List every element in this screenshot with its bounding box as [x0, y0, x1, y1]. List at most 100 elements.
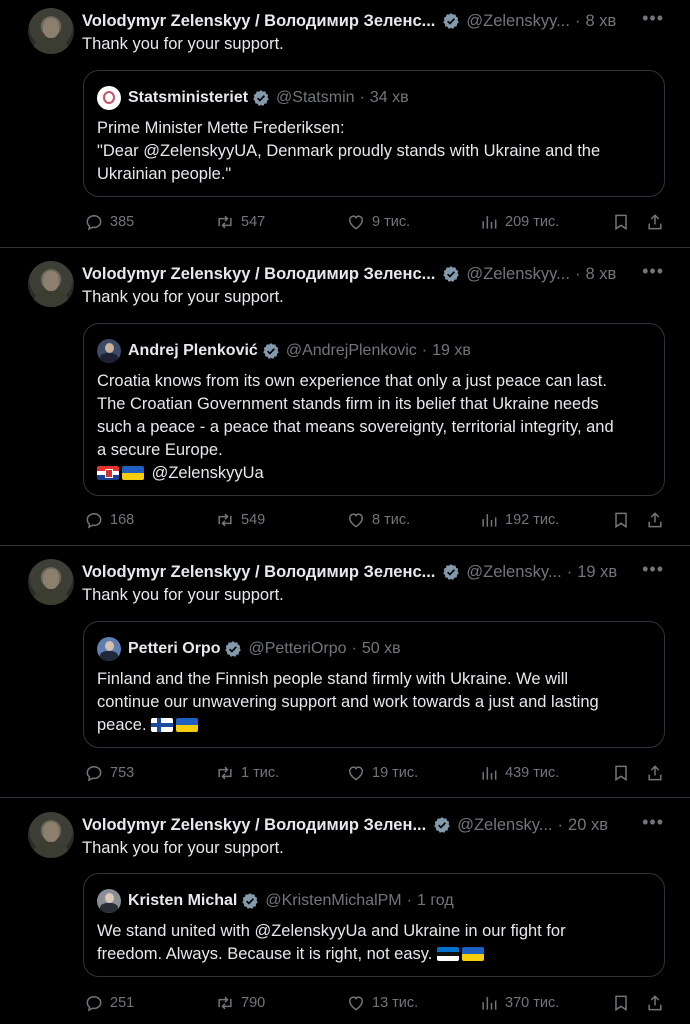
quote-text-line: Prime Minister Mette Frederiksen: [97, 119, 345, 137]
quote-header: Kristen Michal @KristenMichalPM · 1 год [97, 889, 454, 913]
more-icon[interactable]: ••• [642, 261, 664, 282]
verified-badge-icon [242, 893, 259, 909]
timestamp[interactable]: 19 хв [577, 563, 617, 582]
quoted-tweet[interactable]: Statsministeriet @Statsmin · 34 хв Prime… [83, 70, 665, 197]
quote-text-line: continue our unwavering support and work… [97, 693, 599, 711]
reply-count: 251 [110, 995, 135, 1011]
reply-icon [86, 214, 102, 231]
author-name[interactable]: Volodymyr Zelenskyy / Володимир Зелен... [82, 816, 426, 835]
quote-text-line: peace. [97, 714, 657, 737]
tweet-header: Volodymyr Zelenskyy / Володимир Зеленс..… [82, 263, 616, 285]
views-button[interactable]: 439 тис. [479, 761, 559, 785]
avatar [97, 339, 121, 363]
quote-text-line: freedom. Always. Because it is right, no… [97, 943, 657, 966]
more-icon[interactable]: ••• [642, 812, 664, 833]
more-icon[interactable]: ••• [642, 559, 664, 580]
views-count: 192 тис. [505, 512, 560, 528]
quoted-tweet[interactable]: Kristen Michal @KristenMichalPM · 1 год … [83, 873, 665, 977]
bookmark-button[interactable] [611, 761, 637, 785]
reply-count: 753 [110, 765, 135, 781]
timestamp[interactable]: 8 хв [585, 265, 616, 284]
reply-icon [86, 995, 102, 1012]
quote-author-name: Statsministeriet [128, 89, 249, 106]
author-handle[interactable]: @Zelenskyy... [466, 265, 570, 284]
reply-button[interactable]: 385 [84, 210, 134, 234]
tweet[interactable]: Volodymyr Zelenskyy / Володимир Зеленс..… [0, 0, 690, 247]
views-button[interactable]: 209 тис. [479, 210, 559, 234]
share-icon [648, 765, 662, 781]
reply-button[interactable]: 168 [84, 508, 134, 532]
views-button[interactable]: 192 тис. [479, 508, 559, 532]
repost-button[interactable]: 790 [215, 991, 265, 1015]
reply-button[interactable]: 753 [84, 761, 134, 785]
quote-text-line: "Dear @ZelenskyyUA, Denmark proudly stan… [97, 142, 601, 160]
views-count: 209 тис. [505, 214, 560, 230]
divider [0, 247, 690, 248]
divider [0, 797, 690, 798]
share-button[interactable] [645, 210, 671, 234]
like-button[interactable]: 13 тис. [346, 991, 418, 1015]
quote-timestamp: 34 хв [369, 89, 409, 106]
bookmark-icon [615, 512, 627, 529]
repost-button[interactable]: 549 [215, 508, 265, 532]
quote-text-line: such a peace - a peace that means sovere… [97, 418, 614, 436]
more-icon[interactable]: ••• [642, 8, 664, 29]
quoted-tweet[interactable]: Petteri Orpo @PetteriOrpo · 50 хв Finlan… [83, 621, 665, 748]
quote-timestamp: 19 хв [432, 342, 471, 359]
quote-text-fragment: freedom. Always. Because it is right, no… [97, 945, 433, 963]
tweet[interactable]: Volodymyr Zelenskyy / Володимир Зеленс..… [0, 551, 690, 797]
like-button[interactable]: 19 тис. [346, 761, 418, 785]
like-count: 8 тис. [372, 512, 411, 528]
views-icon [482, 216, 497, 229]
bookmark-button[interactable] [611, 508, 637, 532]
tweet[interactable]: Volodymyr Zelenskyy / Володимир Зелен...… [0, 804, 690, 1024]
mention-link[interactable]: @ZelenskyyUa [152, 464, 264, 482]
views-icon [482, 514, 497, 527]
timestamp[interactable]: 20 хв [568, 816, 608, 835]
like-button[interactable]: 9 тис. [346, 210, 410, 234]
avatar [97, 86, 121, 110]
timestamp[interactable]: 8 хв [585, 12, 616, 31]
repost-count: 1 тис. [241, 765, 280, 781]
views-button[interactable]: 370 тис. [479, 991, 559, 1015]
author-handle[interactable]: @Zelenskyy... [466, 12, 570, 31]
tweet[interactable]: Volodymyr Zelenskyy / Володимир Зеленс..… [0, 253, 690, 545]
verified-badge-icon [225, 641, 242, 657]
avatar[interactable] [28, 559, 74, 605]
quote-author-name: Kristen Michal [128, 892, 238, 909]
share-button[interactable] [645, 508, 671, 532]
share-icon [648, 995, 662, 1011]
finland-flag-icon [151, 718, 174, 732]
repost-icon [218, 996, 232, 1010]
share-button[interactable] [645, 991, 671, 1015]
quote-text: Prime Minister Mette Frederiksen: "Dear … [97, 117, 657, 186]
quote-text-line: Croatia knows from its own experience th… [97, 372, 607, 390]
repost-button[interactable]: 547 [215, 210, 265, 234]
separator-dot: · [557, 815, 564, 834]
quoted-tweet[interactable]: Andrej Plenković @AndrejPlenkovic · 19 х… [83, 323, 665, 496]
author-name[interactable]: Volodymyr Zelenskyy / Володимир Зеленс..… [82, 12, 435, 31]
quote-header: Petteri Orpo @PetteriOrpo · 50 хв [97, 637, 401, 661]
author-name[interactable]: Volodymyr Zelenskyy / Володимир Зеленс..… [82, 563, 435, 582]
bookmark-button[interactable] [611, 210, 637, 234]
reply-icon [86, 765, 102, 782]
author-handle[interactable]: @Zelensky... [457, 816, 552, 835]
quote-text: We stand united with @ZelenskyyUa and Uk… [97, 920, 657, 966]
avatar[interactable] [28, 261, 74, 307]
bookmark-button[interactable] [611, 991, 637, 1015]
quote-text-line: We stand united with @ZelenskyyUa and Uk… [97, 922, 566, 940]
avatar[interactable] [28, 8, 74, 54]
author-handle[interactable]: @Zelensky... [466, 563, 561, 582]
avatar[interactable] [28, 812, 74, 858]
share-button[interactable] [645, 761, 671, 785]
repost-icon [218, 215, 232, 229]
repost-button[interactable]: 1 тис. [215, 761, 279, 785]
views-count: 439 тис. [505, 765, 560, 781]
tweet-header: Volodymyr Zelenskyy / Володимир Зелен...… [82, 814, 608, 836]
quote-timestamp: 1 год [416, 892, 454, 909]
like-button[interactable]: 8 тис. [346, 508, 410, 532]
author-name[interactable]: Volodymyr Zelenskyy / Володимир Зеленс..… [82, 265, 435, 284]
tweet-actions: 168 549 8 тис. 192 тис. [84, 508, 666, 532]
ukraine-flag-icon [176, 718, 199, 732]
reply-button[interactable]: 251 [84, 991, 134, 1015]
